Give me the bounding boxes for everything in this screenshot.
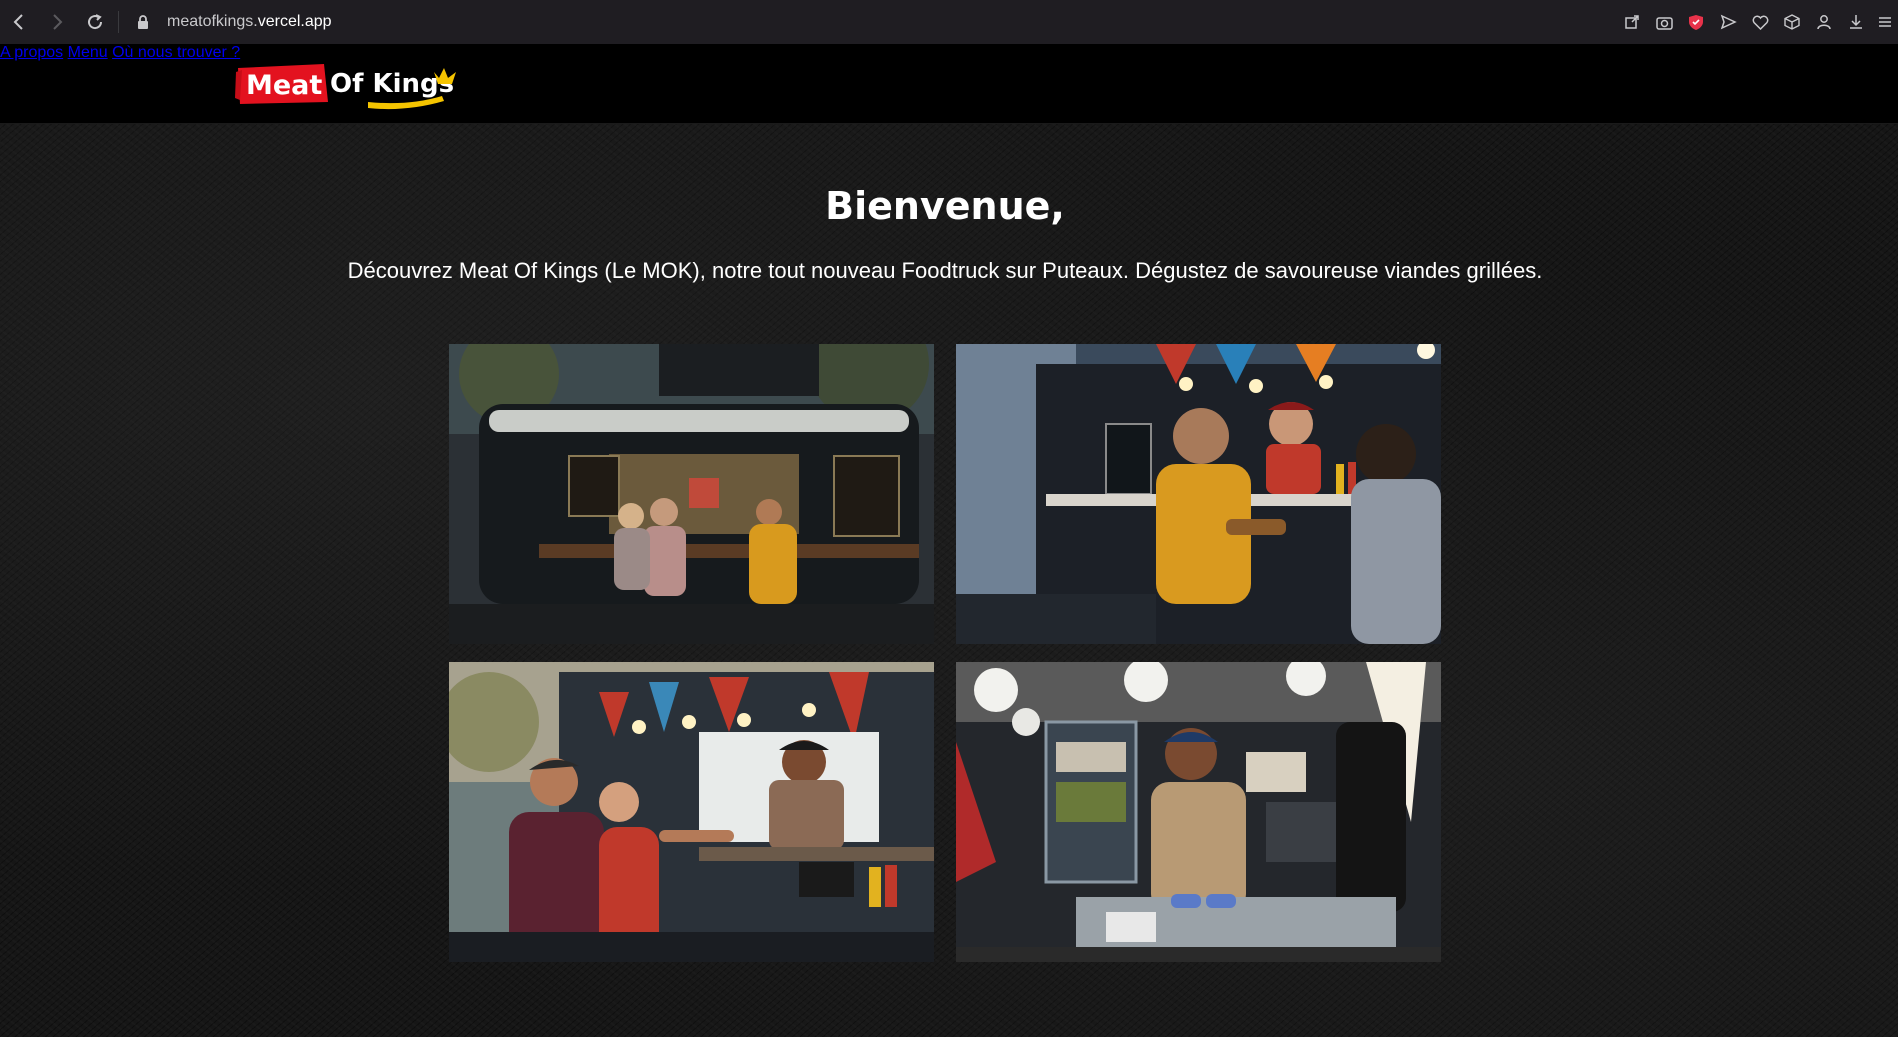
page-subtitle: Découvrez Meat Of Kings (Le MOK), notre … (347, 258, 1543, 283)
profile-icon[interactable] (1808, 0, 1840, 44)
browser-toolbar: meatofkings.vercel.app (0, 0, 1898, 44)
forward-icon[interactable] (38, 0, 76, 44)
address-bar-url[interactable]: meatofkings.vercel.app (167, 13, 332, 31)
foodtruck-photo-1 (449, 344, 934, 644)
send-icon[interactable] (1712, 0, 1744, 44)
svg-text:Meat: Meat (246, 70, 322, 101)
foodtruck-photo-2 (956, 344, 1441, 644)
shield-icon[interactable] (1680, 0, 1712, 44)
nav-link-menu[interactable]: Menu (68, 44, 108, 61)
download-icon[interactable] (1840, 0, 1872, 44)
url-host: meatofkings. (167, 13, 258, 30)
share-icon[interactable] (1616, 0, 1648, 44)
url-domain: vercel.app (257, 13, 332, 30)
foodtruck-photo-3 (449, 662, 934, 962)
foodtruck-photo-4 (956, 662, 1441, 962)
site-header: Meat Of Kings A propos Menu Où nous trou… (0, 44, 1898, 124)
nav-link-ou-nous-trouver[interactable]: Où nous trouver ? (112, 44, 240, 61)
menu-icon[interactable] (1872, 0, 1898, 44)
cube-icon[interactable] (1776, 0, 1808, 44)
camera-icon[interactable] (1648, 0, 1680, 44)
back-icon[interactable] (0, 0, 38, 44)
reload-icon[interactable] (76, 0, 114, 44)
page-title: Bienvenue, (825, 184, 1065, 228)
nav-link-a-propos[interactable]: A propos (0, 44, 63, 61)
lock-icon[interactable] (129, 0, 157, 44)
main-content: Bienvenue, Découvrez Meat Of Kings (Le M… (0, 124, 1898, 1037)
address-separator (118, 11, 119, 33)
heart-icon[interactable] (1744, 0, 1776, 44)
svg-text:Of Kings: Of Kings (330, 69, 454, 99)
meat-of-kings-logo[interactable]: Meat Of Kings (234, 60, 460, 112)
